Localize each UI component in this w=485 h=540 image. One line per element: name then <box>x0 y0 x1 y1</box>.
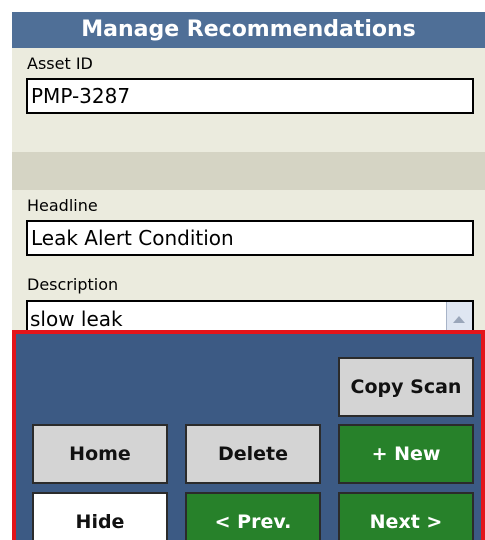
delete-button[interactable]: Delete <box>185 424 321 484</box>
headline-label: Headline <box>27 196 98 215</box>
copy-scan-button[interactable]: Copy Scan <box>338 357 474 417</box>
new-button[interactable]: + New <box>338 424 474 484</box>
description-label: Description <box>27 275 119 294</box>
asset-id-field[interactable]: PMP-3287 <box>26 78 474 114</box>
window-title: Manage Recommendations <box>12 12 485 48</box>
scroll-up-arrow-icon <box>453 316 465 323</box>
manage-recommendations-window: Manage Recommendations Asset ID PMP-3287… <box>12 12 485 540</box>
home-button[interactable]: Home <box>32 424 168 484</box>
asset-id-label: Asset ID <box>27 54 93 73</box>
description-text: slow leak <box>30 307 123 331</box>
section-divider <box>12 152 485 190</box>
previous-button[interactable]: < Prev. <box>185 492 321 540</box>
headline-field[interactable]: Leak Alert Condition <box>26 220 474 256</box>
next-button[interactable]: Next > <box>338 492 474 540</box>
hide-button[interactable]: Hide <box>32 492 168 540</box>
button-panel: Copy Scan Home Delete + New Hide < Prev.… <box>12 330 485 540</box>
